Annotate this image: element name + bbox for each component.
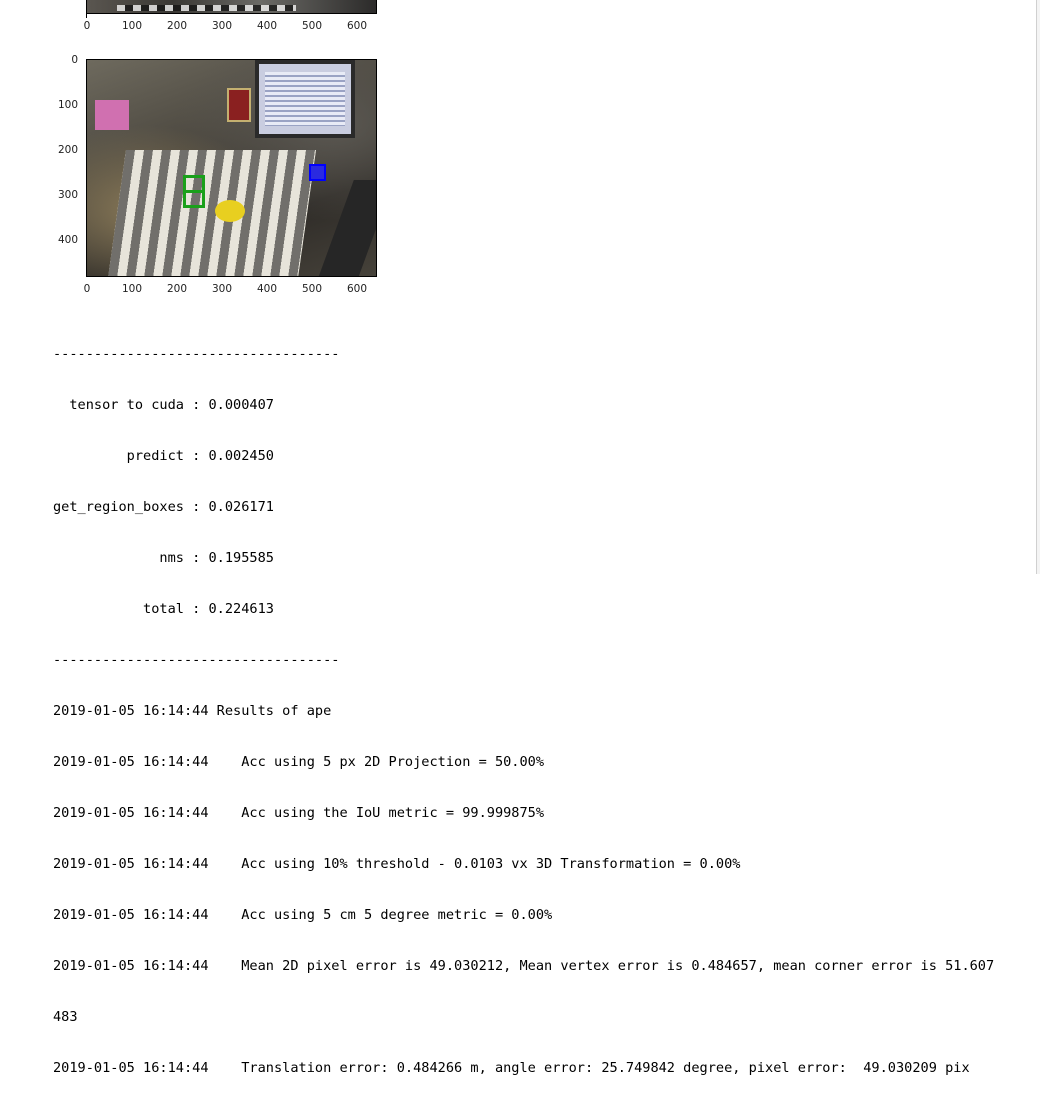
log-line: 2019-01-05 16:14:44 Acc using 5 px 2D Pr…	[53, 754, 545, 770]
top-plot-xtick-label: 100	[121, 20, 143, 32]
image-plot-ytick-label: 300	[57, 189, 78, 201]
top-plot-xtick-label: 300	[211, 20, 233, 32]
top-plot-xtick-label: 600	[346, 20, 368, 32]
top-plot-xtick-label: 400	[256, 20, 278, 32]
separator-line: -----------------------------------	[53, 346, 340, 362]
image-plot-xtick-label: 400	[256, 283, 278, 295]
scene-object	[215, 200, 245, 222]
scene-monitor	[255, 60, 355, 138]
log-line: 2019-01-05 16:14:44 Acc using 5 cm 5 deg…	[53, 907, 553, 923]
vertical-scrollbar[interactable]	[1036, 0, 1040, 574]
image-plot-ytick-label: 400	[57, 234, 78, 246]
top-plot-xtick-label: 0	[83, 20, 91, 32]
image-plot-ytick-label: 0	[71, 54, 78, 66]
log-line: 2019-01-05 16:14:44 Translation error: 0…	[53, 1060, 970, 1076]
image-plot-xtick-label: 200	[166, 283, 188, 295]
detection-image-plot	[86, 59, 377, 277]
scene-marker-board	[108, 150, 316, 276]
console-output: ----------------------------------- tens…	[53, 312, 994, 1094]
image-plot-ytick-label: 100	[57, 99, 78, 111]
log-line: 2019-01-05 16:14:44 Acc using 10% thresh…	[53, 856, 741, 872]
log-line: 2019-01-05 16:14:44 Results of ape	[53, 703, 332, 719]
image-plot-xtick-label: 600	[346, 283, 368, 295]
log-line: 2019-01-05 16:14:44 Acc using the IoU me…	[53, 805, 545, 821]
log-line: 2019-01-05 16:14:44 Mean 2D pixel error …	[53, 958, 995, 974]
image-plot-xtick-label: 100	[121, 283, 143, 295]
image-plot-xtick-label: 300	[211, 283, 233, 295]
top-plot-xtick-label: 200	[166, 20, 188, 32]
scene-object	[227, 88, 251, 122]
timing-line: predict : 0.002450	[53, 448, 274, 464]
ground-truth-box	[183, 175, 205, 208]
image-plot-xtick-label: 0	[83, 283, 91, 295]
timing-line: get_region_boxes : 0.026171	[53, 499, 274, 515]
top-plot-image	[86, 0, 377, 14]
timing-line: total : 0.224613	[53, 601, 274, 617]
top-plot-xtick-mark	[86, 14, 87, 18]
image-plot-ytick-label: 200	[57, 144, 78, 156]
log-line: 483	[53, 1009, 78, 1025]
image-plot-xtick-label: 500	[301, 283, 323, 295]
timing-line: nms : 0.195585	[53, 550, 274, 566]
separator-line: -----------------------------------	[53, 652, 340, 668]
predicted-box	[309, 164, 326, 181]
top-plot-xtick-label: 500	[301, 20, 323, 32]
timing-line: tensor to cuda : 0.000407	[53, 397, 274, 413]
scene-keyboard	[318, 180, 376, 276]
scene-object	[95, 100, 129, 130]
